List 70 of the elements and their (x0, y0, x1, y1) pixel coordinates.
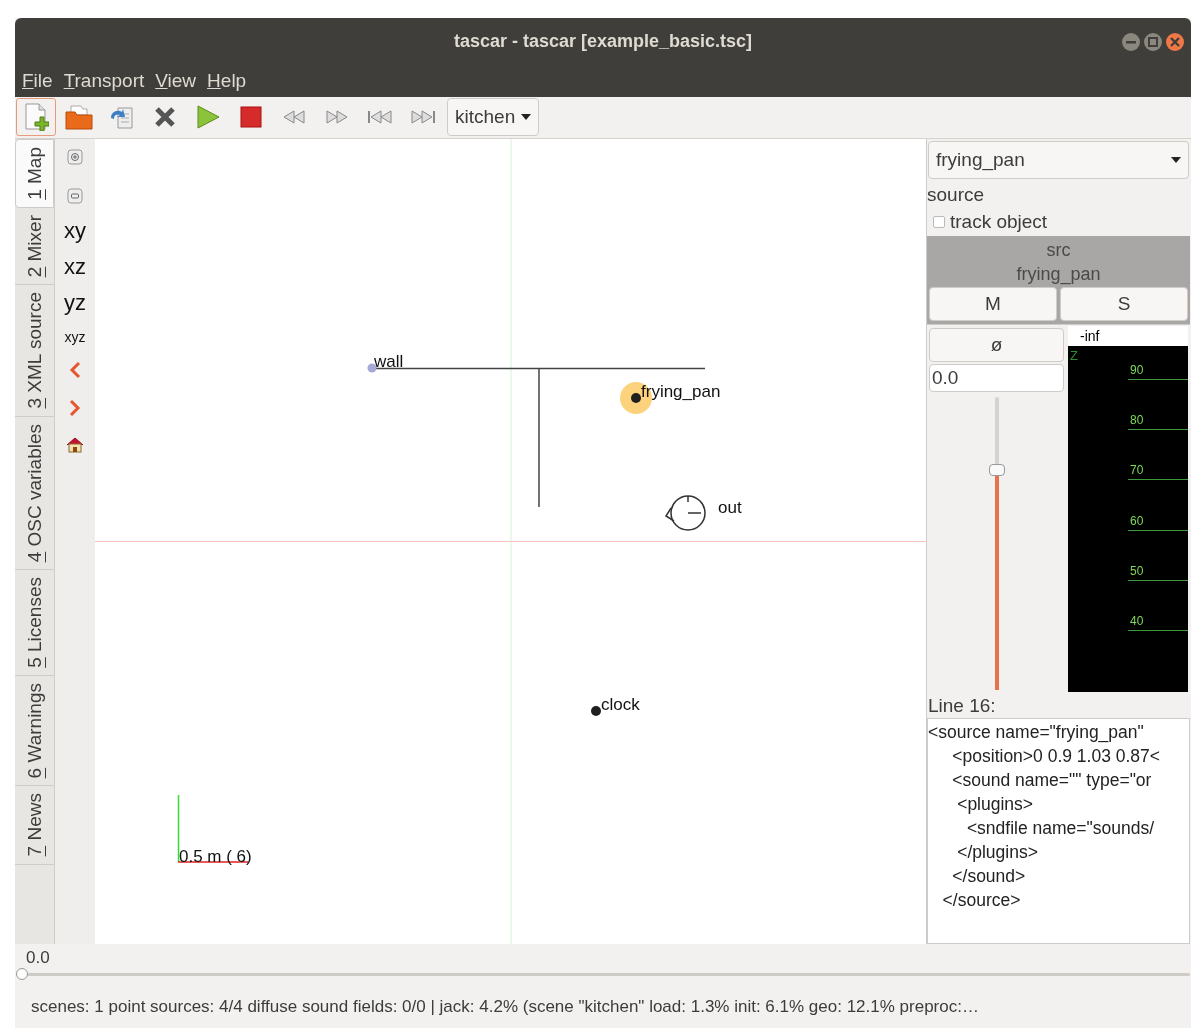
meter-channel-label: Z (1070, 348, 1078, 362)
close-icon (154, 106, 176, 129)
scale-bar (177, 794, 249, 863)
view-plane-button[interactable]: xz (64, 255, 86, 278)
side-tab[interactable]: 7 News (15, 786, 54, 865)
menu-item[interactable]: Help (207, 66, 247, 96)
strip-name: src (1046, 238, 1071, 262)
folder-icon (65, 104, 93, 131)
time-value: 0.0 (25, 949, 51, 967)
maximize-icon[interactable] (1143, 32, 1163, 52)
phase-invert-button[interactable]: ø (929, 327, 1064, 362)
skip-forward-icon (410, 109, 436, 126)
view-plane-button[interactable]: yz (64, 291, 86, 314)
view-plane-button[interactable]: xy (64, 219, 86, 242)
strip-name: frying_pan (1016, 262, 1101, 286)
scale-label: 0.5 m ( 6) (179, 846, 252, 866)
gain-input[interactable]: 0.0 (929, 363, 1064, 392)
object-type-label: source (927, 182, 986, 207)
zoom-in-icon[interactable] (67, 148, 83, 165)
meter-scale-label: 80 (1130, 414, 1144, 427)
view-plane-button[interactable]: xyz (64, 329, 86, 344)
minimize-icon[interactable] (1121, 32, 1141, 52)
play-icon (196, 105, 220, 130)
zoom-out-icon[interactable] (67, 187, 83, 204)
skip-back-icon (367, 109, 393, 126)
side-tab[interactable]: 4 OSC variables (15, 416, 54, 570)
caret-icon (1171, 156, 1181, 163)
map-label: out (718, 497, 742, 517)
side-tab[interactable]: 2 Mixer (15, 207, 54, 285)
object-dropdown[interactable]: frying_pan (928, 140, 1189, 179)
side-tab[interactable]: 5 Licenses (15, 569, 54, 676)
meter-scale-label: 90 (1130, 363, 1144, 376)
home-icon[interactable] (66, 435, 84, 453)
xml-line-label: Line 16: (927, 693, 997, 718)
fast-forward-icon (325, 109, 349, 126)
menu-item[interactable]: Transport (63, 66, 145, 96)
meter-scale-label: 40 (1130, 615, 1144, 628)
meter-scale-label: 60 (1130, 514, 1144, 527)
rewind-icon (282, 109, 306, 126)
menu-item[interactable]: View (155, 66, 197, 96)
menu-item[interactable]: File (22, 66, 53, 96)
new-document-icon (23, 103, 49, 132)
close-icon[interactable] (1165, 32, 1185, 52)
receiver-icon[interactable] (664, 495, 706, 531)
meter-scale-label: 70 (1130, 464, 1144, 477)
caret-icon (521, 114, 532, 121)
chevron-left-icon[interactable] (67, 359, 83, 380)
scene-dropdown[interactable]: kitchen (447, 98, 540, 137)
side-tab[interactable]: 1 Map (15, 138, 54, 208)
mute-button[interactable]: M (929, 286, 1057, 321)
map-label: frying_pan (641, 381, 721, 401)
meter-scale-label: 50 (1130, 565, 1144, 578)
document-arrows-icon (109, 104, 135, 131)
gain-fader[interactable] (988, 396, 1005, 690)
solo-button[interactable]: S (1060, 286, 1188, 321)
sound-source-dot[interactable] (591, 705, 601, 716)
chevron-right-icon[interactable] (67, 397, 83, 418)
xml-text-area[interactable]: <source name="frying_pan" <position>0 0.9 1.03 0.87< <sound name="" type="or <plugins> <sndfile name="sounds/ </plugins> </sound> </source> (927, 717, 1190, 945)
side-tab[interactable]: 3 XML source (15, 285, 54, 417)
sound-source-dot[interactable] (631, 392, 641, 403)
side-tab[interactable]: 6 Warnings (15, 675, 54, 787)
map-label: clock (601, 694, 640, 714)
new-file-button[interactable] (16, 98, 56, 137)
status-text: scenes: 1 point sources: 4/4 diffuse sound fields: 0/0 | jack: 4.2% (scene "kitchen" load: 1.3% init: 6.1% geo: 12.1% preproc:… (31, 996, 979, 1019)
stop-icon (240, 106, 262, 129)
map-label: wall (374, 351, 404, 371)
time-slider[interactable] (16, 968, 1190, 981)
track-object-checkbox[interactable]: track object (927, 209, 1190, 234)
meter-reading: -inf (1068, 325, 1188, 346)
window-title: tascar - tascar [example_basic.tsc] (453, 29, 753, 53)
